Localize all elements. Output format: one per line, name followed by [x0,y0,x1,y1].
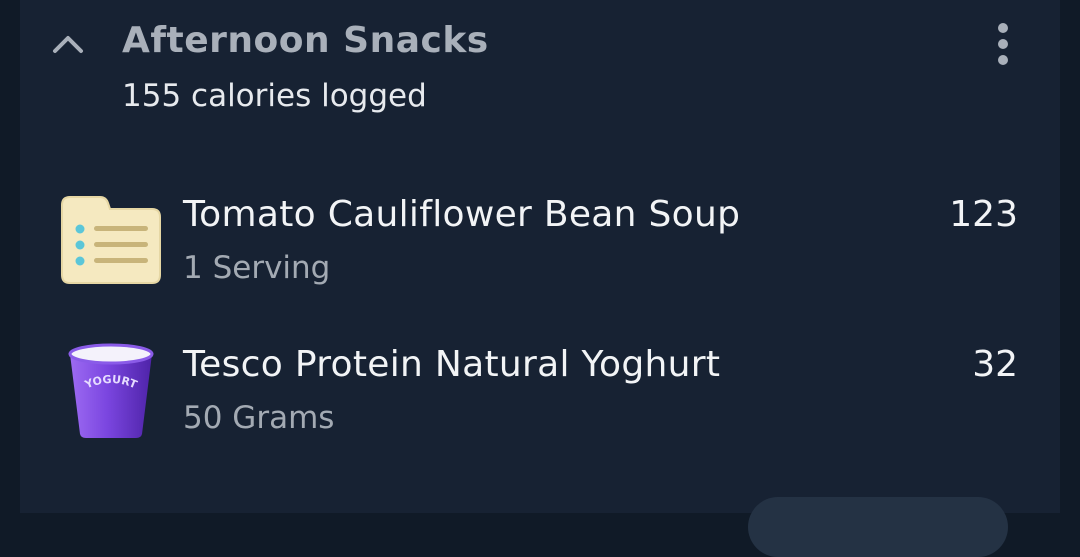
food-entry-row[interactable]: YOGURT Tesco Protein Natural Yoghurt 50 … [20,310,1060,450]
meal-section-card: Afternoon Snacks 155 calories logged Tom… [20,0,1060,557]
calories-logged-summary: 155 calories logged [122,78,427,114]
food-quantity: 50 Grams [183,400,335,436]
section-title: Afternoon Snacks [122,20,489,61]
yoghurt-pot-icon: YOGURT [66,342,176,442]
more-vertical-icon-dot [998,39,1008,49]
more-vertical-icon-dot [998,55,1008,65]
food-quantity: 1 Serving [183,250,331,286]
collapse-section-button[interactable] [50,26,86,62]
recipe-card-icon [58,195,168,295]
more-vertical-icon-dot [998,23,1008,33]
food-calories: 123 [949,194,1018,235]
food-entry-row[interactable]: Tomato Cauliflower Bean Soup 1 Serving 1… [20,160,1060,300]
food-calories: 32 [972,344,1018,385]
food-name: Tesco Protein Natural Yoghurt [183,344,721,385]
more-options-button[interactable] [986,18,1020,70]
chevron-up-icon [53,36,83,53]
food-name: Tomato Cauliflower Bean Soup [183,194,741,235]
add-food-button[interactable] [748,497,1008,557]
